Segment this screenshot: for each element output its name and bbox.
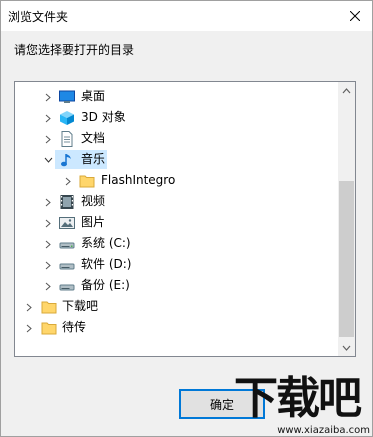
tree-item-label: 待传: [62, 320, 87, 334]
tree-item-drive-d[interactable]: 软件 (D:): [15, 254, 339, 275]
scroll-thumb[interactable]: [339, 181, 354, 337]
tree-item-drive-c[interactable]: 系统 (C:): [15, 233, 339, 254]
chevron-right-icon[interactable]: [63, 176, 73, 186]
scroll-down-button[interactable]: [338, 339, 355, 356]
folder-icon: [41, 301, 57, 314]
tree-item-pictures[interactable]: 图片: [15, 212, 339, 233]
tree-item-music[interactable]: 音乐: [15, 149, 339, 170]
3d-objects-icon: [60, 111, 74, 125]
chevron-up-icon: [342, 87, 351, 93]
tree-item-label: FlashIntegro: [101, 173, 176, 187]
tree-item-label: 音乐: [81, 152, 106, 166]
vertical-scrollbar[interactable]: [338, 82, 355, 356]
chevron-right-icon[interactable]: [43, 218, 53, 228]
watermark-logo: 下载吧 www.xiazaiba.com: [234, 373, 373, 437]
folder-tree[interactable]: 桌面 3D 对象 文档 音乐 FlashIntegro 视频 图片 系统 (C:…: [14, 81, 356, 357]
chevron-down-icon: [342, 345, 351, 351]
window-title: 浏览文件夹: [8, 10, 69, 24]
chevron-right-icon[interactable]: [43, 281, 53, 291]
tree-item-videos[interactable]: 视频: [15, 191, 339, 212]
watermark-url: www.xiazaiba.com: [277, 425, 370, 436]
tree-item-label: 软件 (D:): [81, 257, 132, 271]
tree-item-label: 系统 (C:): [81, 236, 131, 250]
tree-item-label: 下载吧: [62, 299, 99, 313]
chevron-right-icon[interactable]: [24, 302, 34, 312]
chevron-right-icon[interactable]: [43, 260, 53, 270]
tree-item-label: 视频: [81, 194, 106, 208]
prompt-text: 请您选择要打开的目录: [14, 43, 135, 57]
tree-item-desktop[interactable]: 桌面: [15, 86, 339, 107]
desktop-icon: [59, 90, 75, 103]
tree-item-documents[interactable]: 文档: [15, 128, 339, 149]
close-icon: [350, 11, 360, 21]
picture-icon: [59, 217, 75, 229]
tree-item-label: 3D 对象: [81, 110, 126, 124]
chevron-right-icon[interactable]: [24, 323, 34, 333]
folder-icon: [79, 175, 95, 188]
tree-item-label: 桌面: [81, 89, 106, 103]
folder-icon: [41, 322, 57, 335]
chevron-down-icon[interactable]: [43, 155, 53, 165]
tree-item-daichuan[interactable]: 待传: [15, 317, 339, 338]
chevron-right-icon[interactable]: [43, 239, 53, 249]
tree-item-label: 图片: [81, 215, 106, 229]
video-icon: [60, 195, 74, 209]
title-bar: 浏览文件夹: [1, 1, 372, 31]
watermark-text: 下载吧: [234, 373, 362, 424]
document-icon: [61, 131, 73, 147]
drive-icon: [59, 284, 75, 291]
chevron-right-icon[interactable]: [43, 134, 53, 144]
tree-item-xiazaiba[interactable]: 下载吧: [15, 296, 339, 317]
browse-folder-dialog: 浏览文件夹 请您选择要打开的目录 桌面 3D 对象 文档 音乐 FlashInt…: [0, 0, 373, 437]
drive-icon: [59, 263, 75, 270]
close-button[interactable]: [338, 1, 372, 31]
chevron-right-icon[interactable]: [43, 197, 53, 207]
music-icon: [61, 154, 71, 167]
tree-item-label: 文档: [81, 131, 106, 145]
tree-item-label: 备份 (E:): [81, 278, 130, 292]
tree-item-flashintegro[interactable]: FlashIntegro: [15, 170, 339, 191]
chevron-right-icon[interactable]: [43, 113, 53, 123]
tree-item-3d-objects[interactable]: 3D 对象: [15, 107, 339, 128]
chevron-right-icon[interactable]: [43, 92, 53, 102]
scroll-up-button[interactable]: [338, 82, 355, 99]
drive-icon: [59, 242, 75, 249]
tree-item-drive-e[interactable]: 备份 (E:): [15, 275, 339, 296]
